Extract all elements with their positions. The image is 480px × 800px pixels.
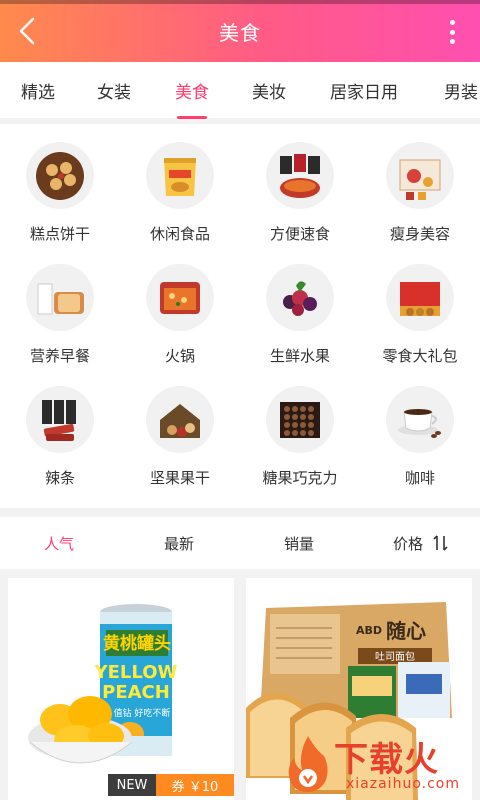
status-strip <box>0 0 480 4</box>
tab-meishi[interactable]: 美食 <box>175 78 209 119</box>
category-item-xiuxian[interactable]: 休闲食品 <box>120 124 240 244</box>
category-item-jianguo[interactable]: 坚果果干 <box>120 368 240 488</box>
category-label: 辣条 <box>44 469 75 487</box>
more-vertical-icon <box>449 20 455 25</box>
chevron-left-icon <box>19 17 35 45</box>
tab-nvzhuang[interactable]: 女装 <box>97 78 131 103</box>
box-sub: 吐司面包 <box>375 650 415 663</box>
new-badge: NEW <box>108 774 156 796</box>
watermark-url: xiazaihuo.com <box>346 776 460 792</box>
category-item-shoushen[interactable]: 瘦身美容 <box>360 124 480 244</box>
sort-price[interactable]: 价格 <box>393 533 450 554</box>
category-item-kafei[interactable]: 咖啡 <box>360 368 480 488</box>
chocolate-box-icon <box>266 386 334 453</box>
category-item-latiao[interactable]: 辣条 <box>0 368 120 488</box>
category-item-gaodian[interactable]: 糕点饼干 <box>0 124 120 244</box>
page-title: 美食 <box>219 20 261 45</box>
fruit-icon <box>266 264 334 331</box>
category-label: 火锅 <box>164 347 195 365</box>
spicy-strips-icon <box>26 386 94 453</box>
nuts-icon <box>146 386 214 453</box>
instant-noodles-icon <box>266 142 334 209</box>
health-box-icon <box>386 142 454 209</box>
hotpot-icon <box>146 264 214 331</box>
tab-nanzhuang[interactable]: 男装 <box>444 78 478 103</box>
fire-logo-icon <box>288 736 328 792</box>
coffee-cup-icon <box>386 386 454 453</box>
category-label: 瘦身美容 <box>389 225 450 243</box>
can-label-cn: 黄桃罐头 <box>103 633 171 654</box>
more-dot <box>449 39 455 44</box>
sort-sales[interactable]: 销量 <box>284 533 314 554</box>
category-item-shengxian[interactable]: 生鲜水果 <box>240 246 360 366</box>
bread-milk-icon <box>26 264 94 331</box>
category-item-yingyang[interactable]: 营养早餐 <box>0 246 120 366</box>
category-item-libao[interactable]: 零食大礼包 <box>360 246 480 366</box>
sort-newest[interactable]: 最新 <box>164 533 194 554</box>
more-dot <box>449 29 455 35</box>
sort-price-label: 价格 <box>393 535 424 553</box>
category-label: 方便速食 <box>269 225 330 243</box>
category-label: 营养早餐 <box>29 347 90 365</box>
sort-popular[interactable]: 人气 <box>44 533 74 554</box>
category-label: 咖啡 <box>404 469 435 487</box>
box-label: 随心 <box>386 619 426 643</box>
category-label: 糕点饼干 <box>29 225 90 243</box>
more-button[interactable] <box>442 16 462 48</box>
watermark-text: 下载火 <box>334 740 439 780</box>
category-grid: 糕点饼干 休闲食品 方便速食 瘦身美容 营养早餐 火锅 生鲜水果 零食大礼包 辣… <box>0 124 480 508</box>
category-label: 零食大礼包 <box>382 347 458 365</box>
category-item-fangbian[interactable]: 方便速食 <box>240 124 360 244</box>
category-label: 休闲食品 <box>149 225 210 243</box>
can-slogan: 值钻 好吃不断 <box>114 707 171 719</box>
tab-meizhuang[interactable]: 美妆 <box>252 78 286 103</box>
snack-bag-icon <box>146 142 214 209</box>
coupon-badge[interactable]: 券 ￥10 <box>156 774 234 796</box>
sort-arrows-icon <box>433 535 448 551</box>
sort-bar: 人气 最新 销量 价格 <box>0 517 480 569</box>
app-screen: 美食 精选 女装 美食 美妆 居家日用 男装 糕点饼干 休闲食品 方便速食 瘦身… <box>0 0 480 800</box>
watermark-logo: 下载火 xiazaihuo.com <box>284 728 480 800</box>
category-tabs: 精选 女装 美食 美妆 居家日用 男装 <box>0 62 480 119</box>
tab-jujiariyong[interactable]: 居家日用 <box>330 78 398 103</box>
can-label-en2: PEACH <box>102 682 170 703</box>
product-card[interactable]: 黄桃罐头 YELLOW PEACH 值钻 好吃不断 NEW 券 ￥10 <box>8 578 234 800</box>
can-label-en1: YELLOW <box>94 662 178 683</box>
back-button[interactable] <box>10 14 44 48</box>
tab-jingxuan[interactable]: 精选 <box>21 78 55 103</box>
category-label: 生鲜水果 <box>269 347 330 365</box>
category-item-huoguo[interactable]: 火锅 <box>120 246 240 366</box>
category-item-tangguo[interactable]: 糖果巧克力 <box>240 368 360 488</box>
category-label: 坚果果干 <box>149 469 210 487</box>
app-header: 美食 <box>0 0 480 62</box>
box-brand: ABD <box>356 624 382 637</box>
gift-box-icon <box>386 264 454 331</box>
cookies-icon <box>26 142 94 209</box>
product-image-peach-can: 黄桃罐头 YELLOW PEACH 值钻 好吃不断 <box>8 578 234 800</box>
category-label: 糖果巧克力 <box>262 469 338 487</box>
